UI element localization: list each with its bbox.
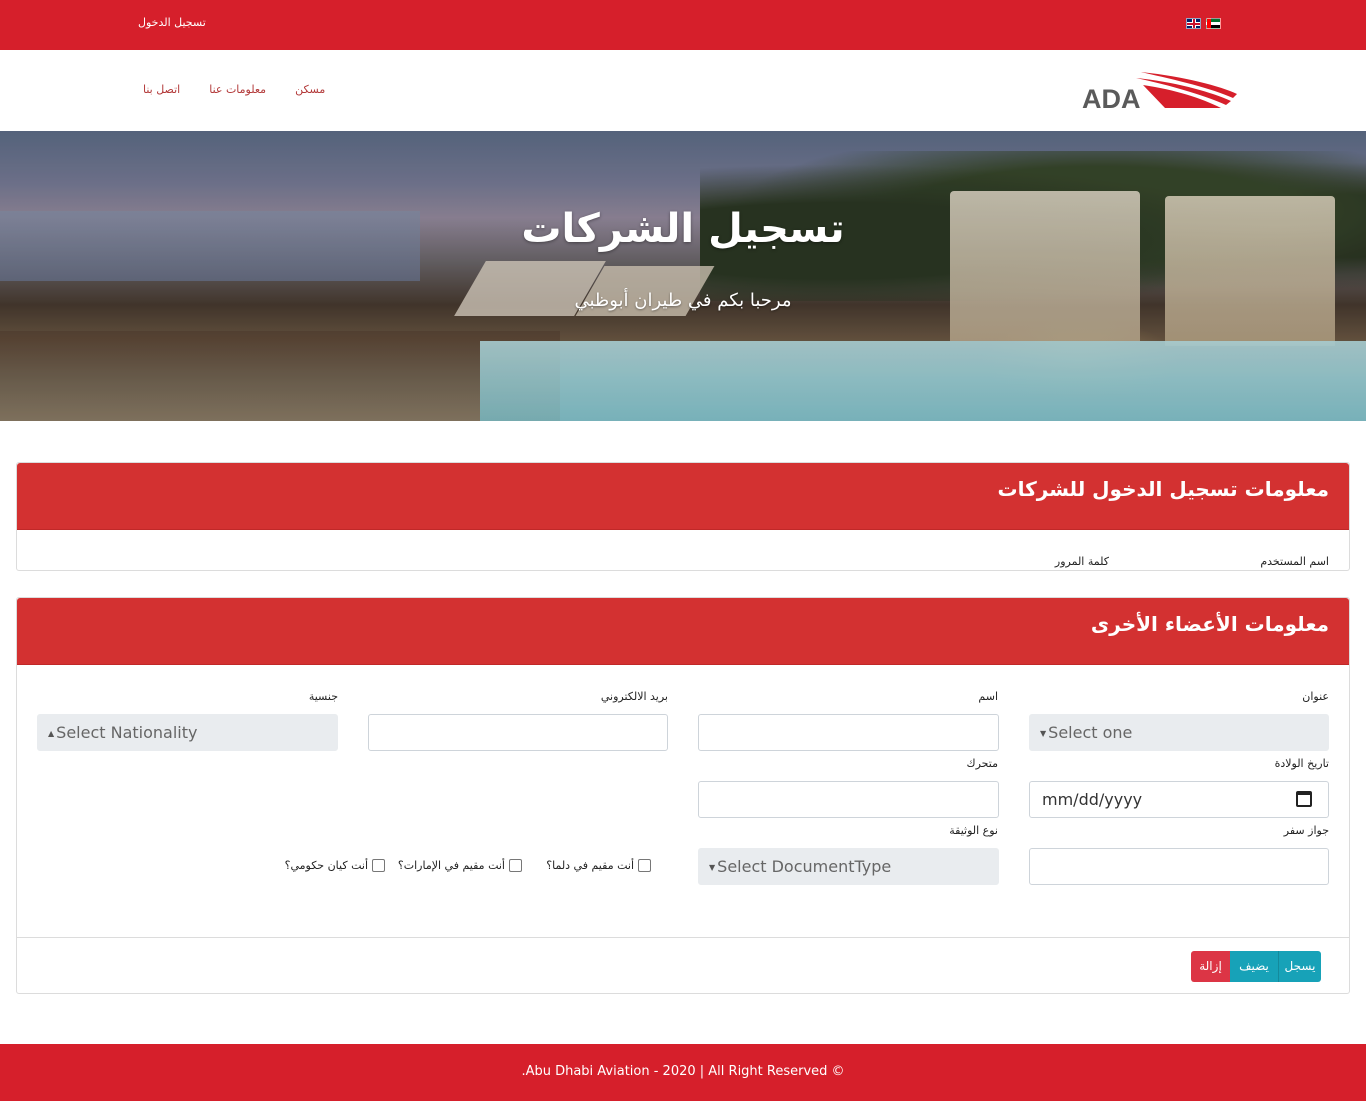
top-bar: تسجيل الدخول [0, 0, 1366, 50]
members-info-card: معلومات الأعضاء الأخرى عنوان اسم بريد ال… [16, 597, 1350, 994]
ada-logo[interactable]: ADA [1081, 68, 1239, 114]
save-button[interactable]: يسجل [1279, 951, 1321, 982]
dlma-resident-checkbox[interactable]: أنت مقيم في دلما؟ [546, 859, 651, 872]
language-switcher [1186, 18, 1221, 29]
copyright-text: .Abu Dhabi Aviation - 2020 | All Right R… [521, 1064, 845, 1079]
login-info-card: معلومات تسجيل الدخول للشركات اسم المستخد… [16, 462, 1350, 571]
mobile-label: متحرك [966, 757, 998, 770]
calendar-icon[interactable] [1296, 791, 1312, 807]
page-subtitle: مرحبا بكم في طيران أبوظبي [574, 290, 792, 311]
nav-item-home[interactable]: مسكن [295, 83, 325, 96]
uae-resident-checkbox[interactable]: أنت مقيم في الإمارات؟ [398, 859, 522, 872]
add-button[interactable]: يضيف [1230, 951, 1279, 982]
card-header: معلومات الأعضاء الأخرى [17, 598, 1349, 665]
dob-input[interactable]: mm/dd/yyyy [1029, 781, 1329, 818]
login-link[interactable]: تسجيل الدخول [138, 16, 206, 29]
name-input[interactable] [698, 714, 999, 751]
checkbox-icon[interactable] [638, 859, 651, 872]
logo-text: ADA [1082, 84, 1141, 114]
nav-item-contact[interactable]: اتصل بنا [143, 83, 180, 96]
mobile-input[interactable] [698, 781, 999, 818]
password-label: كلمة المرور [1054, 555, 1109, 568]
card-footer: يسجل يضيف إزالة [17, 937, 1349, 994]
email-input[interactable] [368, 714, 668, 751]
card-title: معلومات الأعضاء الأخرى [1090, 612, 1329, 636]
doc-type-select[interactable]: ▼ Select DocumentType [698, 848, 999, 885]
chevron-down-icon: ▼ [709, 863, 716, 872]
gov-entity-checkbox[interactable]: أنت كيان حكومي؟ [285, 859, 385, 872]
passport-label: جواز سفر [1283, 824, 1329, 837]
nav-item-about[interactable]: معلومات عنا [209, 83, 266, 96]
dob-label: تاريخ الولادة [1274, 757, 1329, 770]
page-footer: .Abu Dhabi Aviation - 2020 | All Right R… [0, 1044, 1366, 1101]
email-label: بريد الالكتروني [600, 690, 668, 703]
passport-input[interactable] [1029, 848, 1329, 885]
nationality-label: جنسية [308, 690, 338, 703]
nav-links: اتصل بنا معلومات عنا مسكن [143, 83, 325, 96]
checkbox-icon[interactable] [509, 859, 522, 872]
remove-button[interactable]: إزالة [1191, 951, 1230, 982]
uk-flag-icon[interactable] [1186, 18, 1201, 29]
title-select[interactable]: ▼ Select one [1029, 714, 1329, 751]
card-header: معلومات تسجيل الدخول للشركات [17, 463, 1349, 530]
page-title: تسجيل الشركات [521, 206, 845, 252]
nationality-select[interactable]: ▲ Select Nationality [37, 714, 338, 751]
title-label: عنوان [1302, 690, 1329, 703]
name-label: اسم [978, 690, 998, 703]
hero-banner: تسجيل الشركات مرحبا بكم في طيران أبوظبي [0, 131, 1366, 421]
username-label: اسم المستخدم [1260, 555, 1329, 568]
card-title: معلومات تسجيل الدخول للشركات [997, 477, 1329, 501]
chevron-down-icon: ▼ [1040, 729, 1047, 738]
checkbox-icon[interactable] [372, 859, 385, 872]
uae-flag-icon[interactable] [1206, 18, 1221, 29]
chevron-up-icon: ▲ [48, 729, 55, 738]
navbar: اتصل بنا معلومات عنا مسكن ADA [0, 50, 1366, 131]
doc-type-label: نوع الوثيقة [949, 824, 998, 837]
